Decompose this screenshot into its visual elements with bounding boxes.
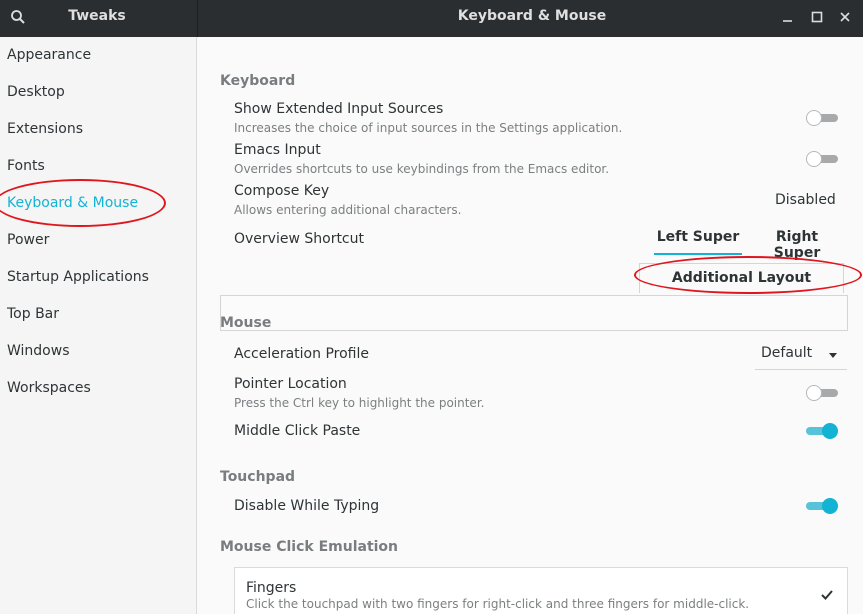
main-panel: Keyboard Show Extended Input Sources Inc… [198, 37, 863, 614]
middle-click-paste-label: Middle Click Paste [234, 423, 361, 439]
layout-options-frame [220, 295, 848, 331]
pointer-location-desc: Press the Ctrl key to highlight the poin… [234, 396, 485, 410]
middle-click-paste-switch[interactable] [806, 423, 838, 439]
page-title: Keyboard & Mouse [457, 8, 607, 24]
pointer-location-switch[interactable] [806, 385, 838, 401]
fingers-desc: Click the touchpad with two fingers for … [246, 597, 750, 611]
compose-key-label: Compose Key [234, 183, 330, 199]
minimize-icon[interactable] [777, 6, 799, 28]
compose-key-value[interactable]: Disabled [775, 192, 836, 208]
app-title: Tweaks [68, 8, 126, 24]
keyboard-heading: Keyboard [220, 73, 296, 89]
tab-left-super[interactable]: Left Super [654, 229, 742, 255]
sidebar-item-startup-applications[interactable]: Startup Applications [0, 259, 196, 296]
sidebar-item-top-bar[interactable]: Top Bar [0, 296, 196, 333]
disable-while-typing-label: Disable While Typing [234, 498, 380, 514]
sidebar-item-power[interactable]: Power [0, 222, 196, 259]
click-emulation-heading: Mouse Click Emulation [220, 539, 399, 555]
emacs-input-desc: Overrides shortcuts to use keybindings f… [234, 162, 610, 176]
acceleration-profile-label: Acceleration Profile [234, 346, 369, 362]
sidebar-item-keyboard-mouse[interactable]: Keyboard & Mouse [0, 185, 196, 222]
sidebar-item-desktop[interactable]: Desktop [0, 74, 196, 111]
extended-sources-label: Show Extended Input Sources [234, 101, 444, 117]
header-bar: Tweaks Keyboard & Mouse [0, 0, 863, 37]
sidebar-item-fonts[interactable]: Fonts [0, 148, 196, 185]
fingers-label[interactable]: Fingers [246, 580, 296, 596]
tab-right-super[interactable]: Right Super [751, 229, 843, 261]
touchpad-heading: Touchpad [220, 469, 296, 485]
acceleration-profile-dropdown[interactable]: Default [755, 342, 847, 370]
pointer-location-label: Pointer Location [234, 376, 347, 392]
mouse-heading: Mouse [220, 315, 272, 331]
sidebar-item-windows[interactable]: Windows [0, 333, 196, 370]
extended-sources-desc: Increases the choice of input sources in… [234, 121, 623, 135]
sidebar-item-extensions[interactable]: Extensions [0, 111, 196, 148]
sidebar: Appearance Desktop Extensions Fonts Keyb… [0, 37, 197, 614]
sidebar-item-workspaces[interactable]: Workspaces [0, 370, 196, 407]
compose-key-desc: Allows entering additional characters. [234, 203, 462, 217]
close-icon[interactable] [834, 6, 856, 28]
checkmark-icon [820, 588, 834, 602]
click-emulation-list: Fingers Click the touchpad with two fing… [234, 567, 848, 614]
disable-while-typing-switch[interactable] [806, 498, 838, 514]
emacs-input-label: Emacs Input [234, 142, 321, 158]
overview-shortcut-label: Overview Shortcut [234, 231, 364, 247]
extended-sources-switch[interactable] [806, 110, 838, 126]
chevron-down-icon [829, 353, 837, 358]
dropdown-value: Default [761, 345, 813, 361]
maximize-icon[interactable] [806, 6, 828, 28]
emacs-input-switch[interactable] [806, 151, 838, 167]
sidebar-item-appearance[interactable]: Appearance [0, 37, 196, 74]
additional-layout-options-button[interactable]: Additional Layout Options [639, 263, 844, 314]
